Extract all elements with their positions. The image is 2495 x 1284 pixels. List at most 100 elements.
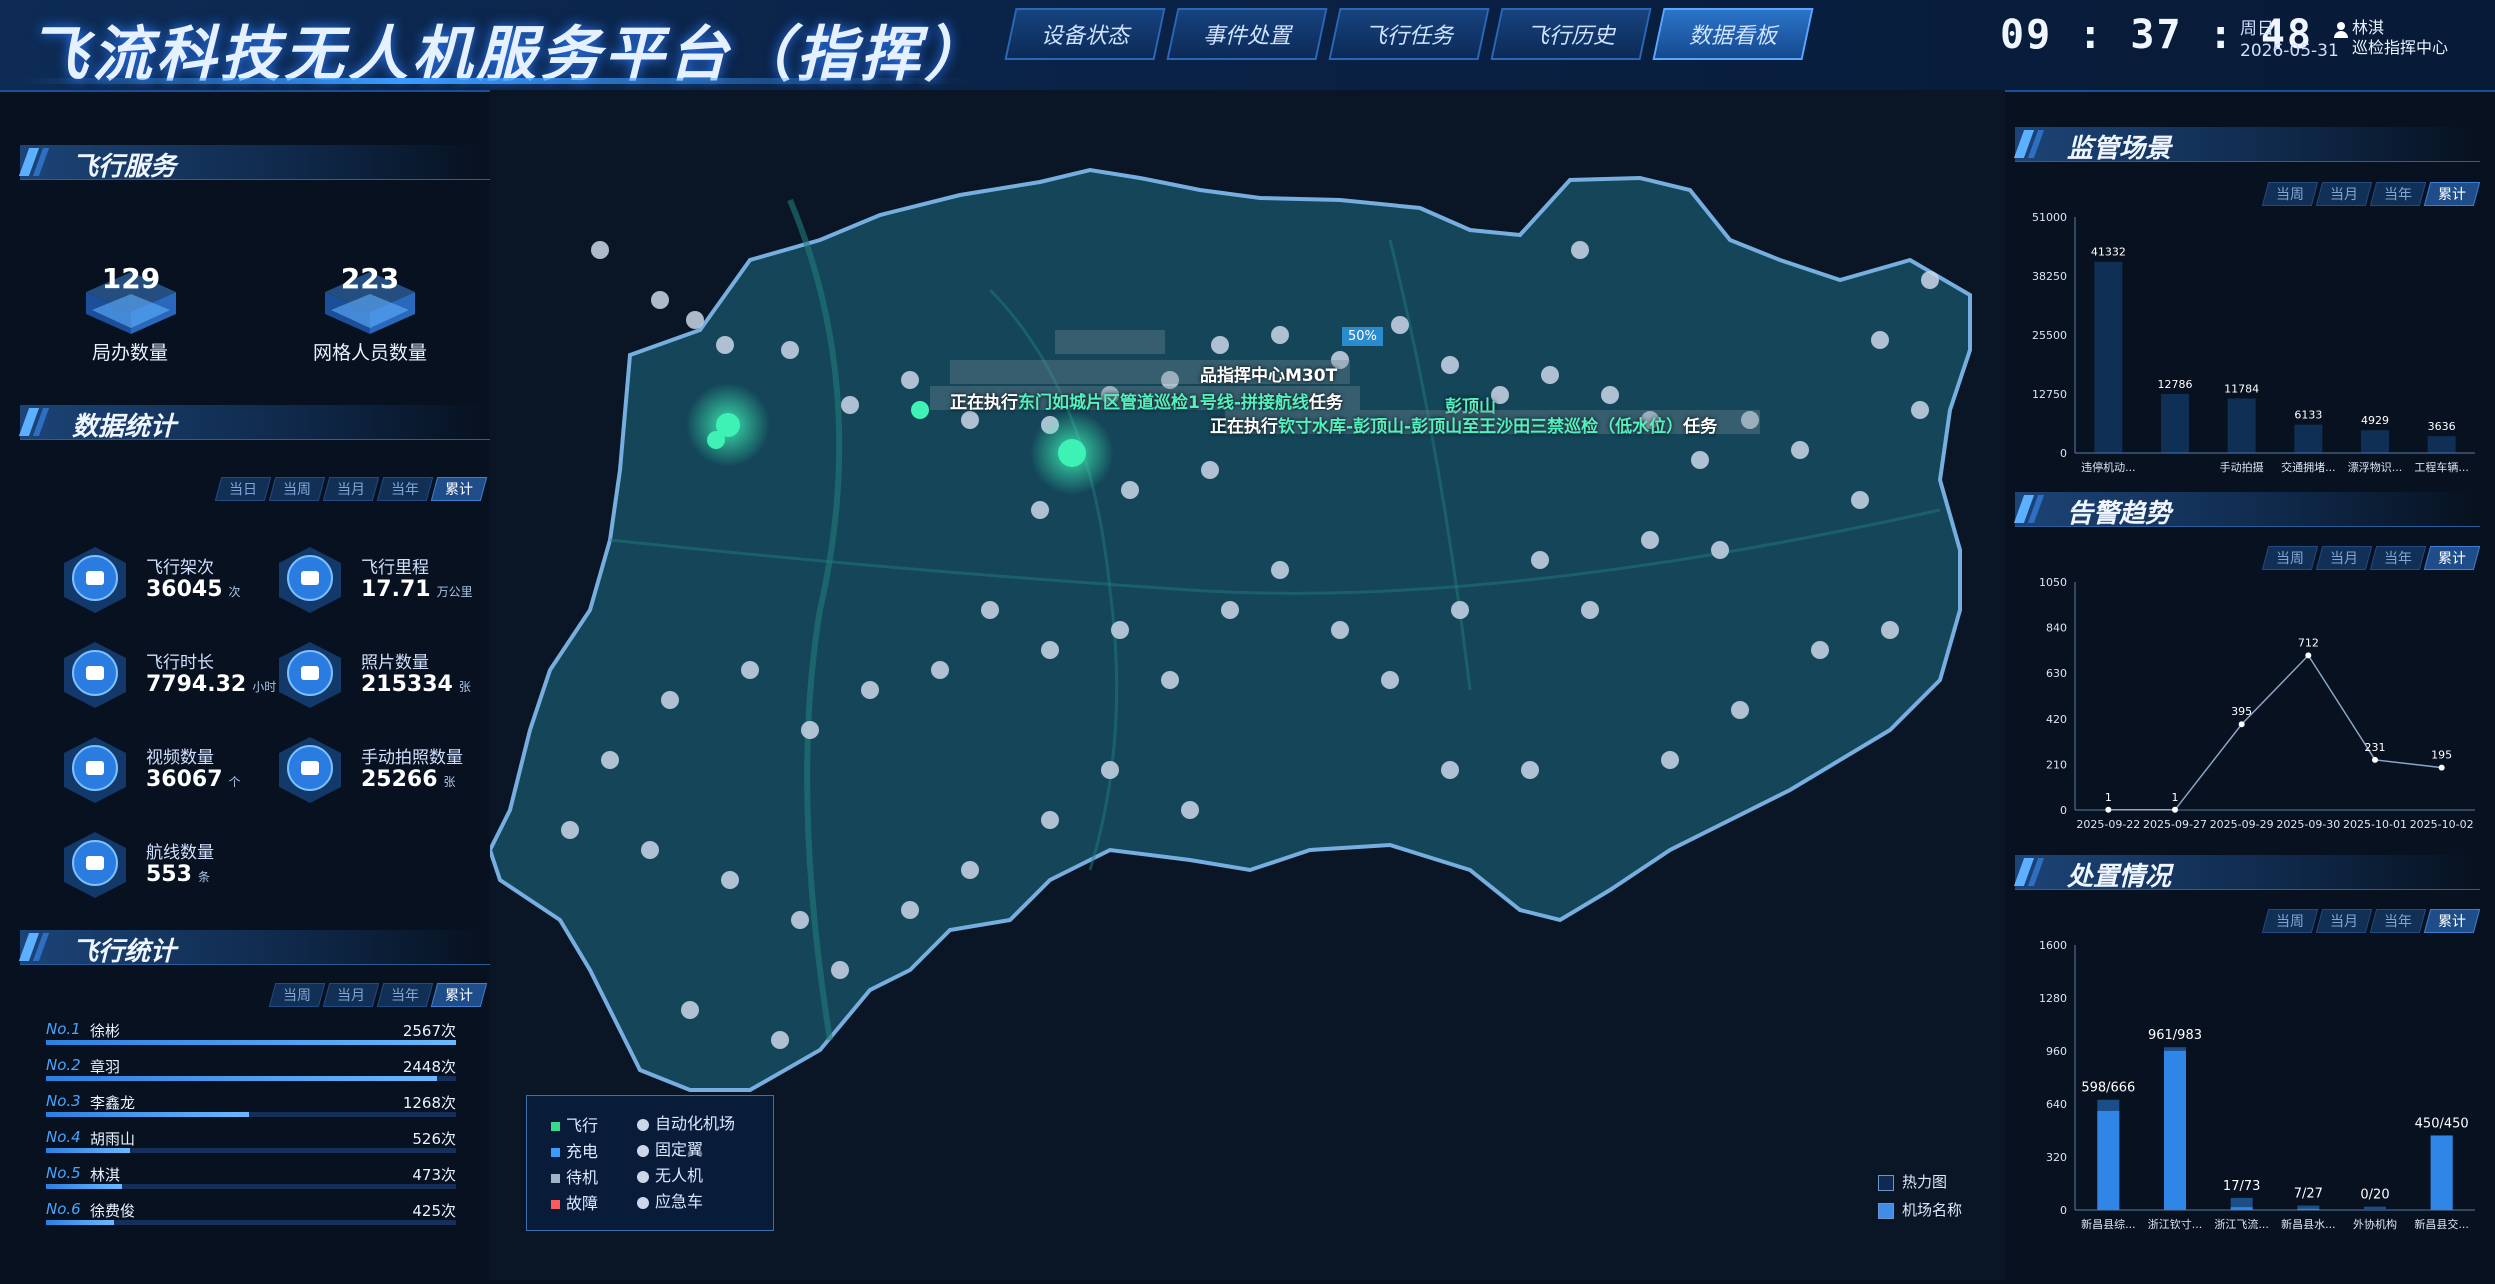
y-tick-label: 210 <box>2046 758 2067 771</box>
nav-device-status[interactable]: 设备状态 <box>1004 8 1166 60</box>
tab-year[interactable]: 当年 <box>2369 909 2427 933</box>
series-line <box>2108 654 2442 811</box>
dock-label[interactable]: 品指挥中心M30T <box>1200 361 1337 386</box>
rank-no: No.1 <box>46 1020 81 1038</box>
tab-year[interactable]: 当年 <box>376 983 434 1007</box>
data-point <box>2105 806 2112 813</box>
tab-day[interactable]: 当日 <box>214 477 272 501</box>
tab-month[interactable]: 当月 <box>2315 546 2373 570</box>
bar-handled <box>2430 1135 2453 1210</box>
tab-month[interactable]: 当月 <box>2315 182 2373 206</box>
nav-data-dashboard[interactable]: 数据看板 <box>1652 8 1814 60</box>
ranking-row: No.4 胡雨山 526次 <box>46 1128 456 1153</box>
hangar-icon[interactable] <box>911 401 929 419</box>
tab-total[interactable]: 累计 <box>2423 182 2481 206</box>
x-tick-label: 2025-10-02 <box>2410 818 2474 831</box>
drone-icon[interactable] <box>1058 439 1086 467</box>
tab-year[interactable]: 当年 <box>376 477 434 501</box>
date-info: 周日 2026-05-31 <box>2240 18 2339 62</box>
data-stats-period-tabs: 当日 当周 当月 当年 累计 <box>214 477 488 501</box>
data-point <box>2305 652 2312 659</box>
stat-value: 215334 张 <box>361 672 471 697</box>
supervision-bar-chart: 0 12750 25500 38250 51000 41332 违停机动... 12786 11… <box>2032 211 2475 474</box>
user-info[interactable]: 林淇 巡检指挥中心 <box>2334 18 2449 58</box>
user-name: 林淇 <box>2352 18 2385 37</box>
legend-fault: 故障 <box>551 1190 598 1214</box>
bar <box>2361 430 2389 453</box>
legend-drone: 无人机 <box>637 1162 703 1186</box>
stat-label: 航线数量 <box>146 843 214 863</box>
nav-event-handling[interactable]: 事件处置 <box>1166 8 1328 60</box>
tab-total[interactable]: 累计 <box>430 477 488 501</box>
tab-week[interactable]: 当周 <box>268 983 326 1007</box>
tab-week[interactable]: 当周 <box>268 477 326 501</box>
nav-flight-history[interactable]: 飞行历史 <box>1490 8 1652 60</box>
video-icon <box>64 737 126 803</box>
y-tick-label: 25500 <box>2032 329 2067 342</box>
tab-month[interactable]: 当月 <box>2315 909 2373 933</box>
bar <box>2427 436 2456 453</box>
stat-label: 视频数量 <box>146 748 214 768</box>
stat-label: 手动拍照数量 <box>361 748 463 768</box>
bar <box>2294 424 2323 453</box>
rank-name: 李鑫龙 <box>90 1094 136 1112</box>
ranking-row: No.2 章羽 2448次 <box>46 1056 456 1081</box>
rank-bar-fill <box>46 1184 122 1189</box>
hangar-icon[interactable] <box>707 431 725 449</box>
data-point <box>2238 721 2245 728</box>
user-org: 巡检指挥中心 <box>2352 38 2449 57</box>
task-label-2[interactable]: 正在执行钦寸水库-彭顶山-彭顶山至王沙田三禁巡检（低水位）任务 <box>1210 412 1717 437</box>
tab-total[interactable]: 累计 <box>2423 546 2481 570</box>
y-tick-label: 840 <box>2046 622 2067 635</box>
y-tick-label: 960 <box>2046 1045 2067 1058</box>
point-value-label: 1 <box>2172 791 2179 804</box>
office-label: 局办数量 <box>91 342 168 364</box>
tab-week[interactable]: 当周 <box>2261 546 2319 570</box>
tab-year[interactable]: 当年 <box>2369 546 2427 570</box>
x-tick-label: 新昌县交... <box>2414 1217 2469 1231</box>
stat-label: 飞行架次 <box>146 558 214 578</box>
bar-value-label: 450/450 <box>2415 1116 2469 1131</box>
hangar-icon <box>637 1118 649 1131</box>
ranking-row: No.1 徐彬 2567次 <box>46 1020 456 1045</box>
nav-flight-task[interactable]: 飞行任务 <box>1328 8 1490 60</box>
x-tick-label: 浙江飞流... <box>2214 1217 2269 1231</box>
airport-name-checkbox <box>1878 1202 1894 1219</box>
airport-name-toggle[interactable]: 机场名称 <box>1878 1199 1962 1220</box>
rank-count: 526次 <box>412 1130 456 1148</box>
stat-item: 航线数量 553 条 <box>60 830 290 900</box>
weekday: 周日 <box>2240 19 2274 39</box>
heatmap-toggle[interactable]: 热力图 <box>1878 1171 1947 1192</box>
legend-standby: 待机 <box>551 1164 598 1188</box>
panel-title-data-stats: 数据统计 <box>18 405 490 442</box>
point-value-label: 1 <box>2105 791 2112 804</box>
panel-title-flight-stats: 飞行统计 <box>18 930 490 967</box>
tab-month[interactable]: 当月 <box>322 983 380 1007</box>
bar-handled <box>2297 1208 2320 1210</box>
tab-week[interactable]: 当周 <box>2261 182 2319 206</box>
panel-title-supervision: 监管场景 <box>2013 127 2480 164</box>
y-tick-label: 51000 <box>2032 211 2067 224</box>
rank-no: No.2 <box>46 1056 81 1074</box>
stat-item: 飞行架次 36045 次 <box>60 545 290 615</box>
disposal-tabs: 当周 当月 当年 累计 <box>2261 909 2481 933</box>
x-tick-label: 2025-09-30 <box>2276 818 2340 831</box>
y-tick-label: 38250 <box>2032 270 2067 283</box>
alarm-trend-line-chart: 0 210 420 630 840 1050 1 2025-09-22 1 2025-09-27 3… <box>2039 576 2475 831</box>
x-tick-label: 浙江钦寸... <box>2148 1217 2203 1231</box>
x-tick-label: 2025-09-29 <box>2210 818 2274 831</box>
battery-badge-bg <box>1055 330 1165 354</box>
tab-total[interactable]: 累计 <box>2423 909 2481 933</box>
tab-year[interactable]: 当年 <box>2369 182 2427 206</box>
stat-label: 飞行里程 <box>361 558 429 578</box>
legend-charging: 充电 <box>551 1138 598 1162</box>
tab-week[interactable]: 当周 <box>2261 909 2319 933</box>
camera-icon <box>279 737 341 803</box>
ranking-row: No.5 林淇 473次 <box>46 1164 456 1189</box>
bar-value-label: 7/27 <box>2294 1187 2323 1202</box>
tab-total[interactable]: 累计 <box>430 983 488 1007</box>
point-value-label: 231 <box>2365 741 2386 754</box>
tab-month[interactable]: 当月 <box>322 477 380 501</box>
drone-icon <box>637 1170 649 1183</box>
stat-label: 飞行时长 <box>146 653 214 673</box>
